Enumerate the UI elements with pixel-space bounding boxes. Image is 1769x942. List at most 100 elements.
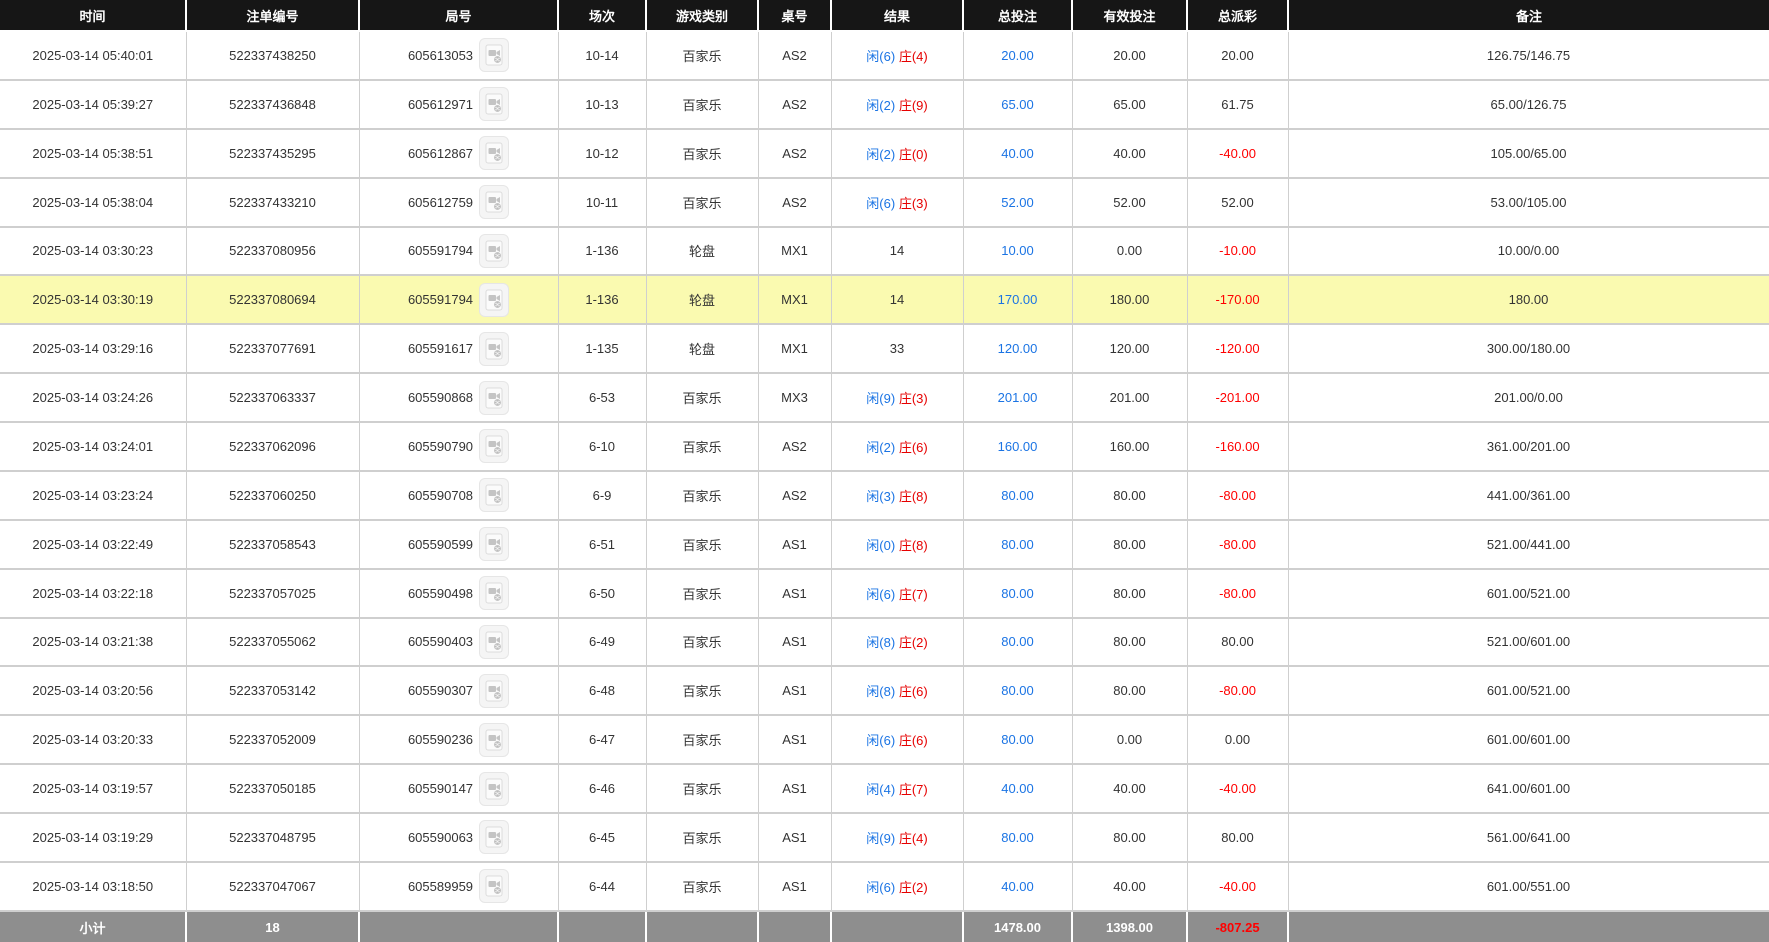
bet_no-cell: 522337052009 — [186, 715, 359, 764]
table-row[interactable]: 2025-03-14 03:18:50522337047067605589959… — [0, 862, 1769, 911]
video-replay-button[interactable] — [479, 429, 509, 463]
total-bet-link[interactable]: 80.00 — [1001, 683, 1034, 698]
video-replay-button[interactable] — [479, 478, 509, 512]
table-row[interactable]: 2025-03-14 03:30:23522337080956605591794… — [0, 227, 1769, 276]
result-cell: 闲(6) 庄(6) — [831, 715, 963, 764]
video-replay-button[interactable] — [479, 136, 509, 170]
result-player: 闲(3) — [866, 489, 895, 504]
video-replay-button[interactable] — [479, 87, 509, 121]
total-bet-link[interactable]: 52.00 — [1001, 195, 1034, 210]
table-row[interactable]: 2025-03-14 03:19:57522337050185605590147… — [0, 764, 1769, 813]
result-player: 闲(6) — [866, 587, 895, 602]
table_no-cell: AS2 — [758, 80, 831, 129]
subtotal-row: 小计181478.001398.00-807.25 — [0, 911, 1769, 942]
valid_bet-cell: 80.00 — [1072, 520, 1187, 569]
result-cell: 闲(2) 庄(0) — [831, 129, 963, 178]
result-player: 闲(9) — [866, 391, 895, 406]
video-replay-button[interactable] — [479, 723, 509, 757]
total-bet-link[interactable]: 40.00 — [1001, 879, 1034, 894]
round_no-cell: 605590063 — [359, 813, 558, 862]
total-bet-link[interactable]: 160.00 — [998, 439, 1038, 454]
table-row[interactable]: 2025-03-14 03:29:16522337077691605591617… — [0, 324, 1769, 373]
table-row[interactable]: 2025-03-14 03:20:33522337052009605590236… — [0, 715, 1769, 764]
total-bet-link[interactable]: 20.00 — [1001, 48, 1034, 63]
table_no-cell: AS1 — [758, 618, 831, 667]
video-replay-button[interactable] — [479, 869, 509, 903]
round-number: 605590708 — [408, 488, 473, 503]
payout-cell: -80.00 — [1187, 569, 1288, 618]
table-row[interactable]: 2025-03-14 03:20:56522337053142605590307… — [0, 666, 1769, 715]
round_no-cell: 605590599 — [359, 520, 558, 569]
video-replay-button[interactable] — [479, 674, 509, 708]
table_no-cell: AS2 — [758, 178, 831, 227]
table-row[interactable]: 2025-03-14 03:22:18522337057025605590498… — [0, 569, 1769, 618]
result-banker: 庄(3) — [899, 196, 928, 211]
result-cell: 闲(8) 庄(6) — [831, 666, 963, 715]
video-replay-button[interactable] — [479, 234, 509, 268]
payout-cell: -160.00 — [1187, 422, 1288, 471]
total-bet-link[interactable]: 40.00 — [1001, 781, 1034, 796]
total-bet-link[interactable]: 65.00 — [1001, 97, 1034, 112]
bet_no-cell: 522337436848 — [186, 80, 359, 129]
video-camera-icon — [484, 826, 504, 848]
table-header-row: 时间注单编号局号场次游戏类别桌号结果总投注有效投注总派彩备注 — [0, 0, 1769, 31]
round-number: 605590307 — [408, 683, 473, 698]
bet_no-cell: 522337060250 — [186, 471, 359, 520]
game_type-cell: 百家乐 — [646, 618, 758, 667]
time-cell: 2025-03-14 03:19:29 — [0, 813, 186, 862]
table-row-highlighted[interactable]: 2025-03-14 03:30:19522337080694605591794… — [0, 275, 1769, 324]
result-cell: 14 — [831, 227, 963, 276]
table-row[interactable]: 2025-03-14 03:24:01522337062096605590790… — [0, 422, 1769, 471]
game_type-cell: 百家乐 — [646, 422, 758, 471]
table-row[interactable]: 2025-03-14 05:39:27522337436848605612971… — [0, 80, 1769, 129]
payout-cell: 0.00 — [1187, 715, 1288, 764]
total-bet-link[interactable]: 201.00 — [998, 390, 1038, 405]
total-bet-link[interactable]: 80.00 — [1001, 586, 1034, 601]
video-replay-button[interactable] — [479, 283, 509, 317]
video-replay-button[interactable] — [479, 625, 509, 659]
valid_bet-cell: 120.00 — [1072, 324, 1187, 373]
video-replay-button[interactable] — [479, 185, 509, 219]
result-banker: 庄(7) — [899, 587, 928, 602]
total-bet-link[interactable]: 80.00 — [1001, 732, 1034, 747]
video-replay-button[interactable] — [479, 576, 509, 610]
video-replay-button[interactable] — [479, 381, 509, 415]
table-row[interactable]: 2025-03-14 03:19:29522337048795605590063… — [0, 813, 1769, 862]
table-row[interactable]: 2025-03-14 05:38:04522337433210605612759… — [0, 178, 1769, 227]
total-bet-link[interactable]: 120.00 — [998, 341, 1038, 356]
table_no-cell: AS1 — [758, 666, 831, 715]
result-banker: 庄(9) — [899, 98, 928, 113]
table-row[interactable]: 2025-03-14 03:21:38522337055062605590403… — [0, 618, 1769, 667]
video-replay-button[interactable] — [479, 332, 509, 366]
total-bet-link[interactable]: 40.00 — [1001, 146, 1034, 161]
subtotal-table_no-cell — [758, 911, 831, 942]
table-row[interactable]: 2025-03-14 03:24:26522337063337605590868… — [0, 373, 1769, 422]
valid_bet-cell: 201.00 — [1072, 373, 1187, 422]
video-replay-button[interactable] — [479, 38, 509, 72]
total-bet-link[interactable]: 10.00 — [1001, 243, 1034, 258]
bet-history-page: { "colors":{ "header_bg":"#161616", "foo… — [0, 0, 1769, 942]
video-replay-button[interactable] — [479, 527, 509, 561]
table-row[interactable]: 2025-03-14 03:23:24522337060250605590708… — [0, 471, 1769, 520]
table-row[interactable]: 2025-03-14 03:22:49522337058543605590599… — [0, 520, 1769, 569]
table-row[interactable]: 2025-03-14 05:40:01522337438250605613053… — [0, 31, 1769, 80]
payout-cell: -10.00 — [1187, 227, 1288, 276]
payout-cell: -40.00 — [1187, 129, 1288, 178]
video-replay-button[interactable] — [479, 820, 509, 854]
total-bet-link[interactable]: 80.00 — [1001, 830, 1034, 845]
table_no-cell: AS2 — [758, 31, 831, 80]
video-replay-button[interactable] — [479, 772, 509, 806]
total-bet-link[interactable]: 170.00 — [998, 292, 1038, 307]
table-row[interactable]: 2025-03-14 05:38:51522337435295605612867… — [0, 129, 1769, 178]
subtotal-remark-cell — [1288, 911, 1769, 942]
result-cell: 闲(2) 庄(9) — [831, 80, 963, 129]
total-bet-link[interactable]: 80.00 — [1001, 634, 1034, 649]
total-bet-link[interactable]: 80.00 — [1001, 537, 1034, 552]
column-header-total_bet: 总投注 — [963, 0, 1072, 31]
session-cell: 6-49 — [558, 618, 646, 667]
column-header-round_no: 局号 — [359, 0, 558, 31]
result-banker: 庄(8) — [899, 538, 928, 553]
round_no-cell: 605591617 — [359, 324, 558, 373]
total-bet-link[interactable]: 80.00 — [1001, 488, 1034, 503]
round_no-cell: 605589959 — [359, 862, 558, 911]
